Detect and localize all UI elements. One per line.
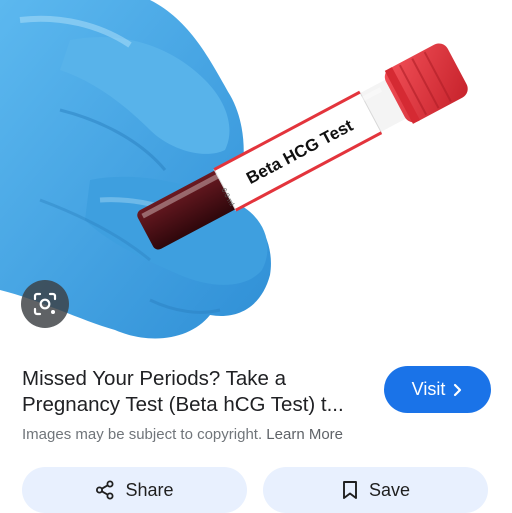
share-label: Share	[125, 479, 174, 500]
chevron-right-icon	[453, 383, 463, 397]
gloved-hand-holding-blood-tube-image: Beta HCG Test 6.0 ml	[0, 0, 468, 339]
copyright-text: Images may be subject to copyright.	[22, 426, 263, 443]
lens-search-icon	[32, 291, 58, 317]
learn-more-link[interactable]: Learn More	[266, 426, 343, 443]
lens-search-button[interactable]	[21, 280, 69, 328]
bookmark-icon	[341, 480, 359, 500]
result-image[interactable]: Beta HCG Test 6.0 ml	[0, 0, 512, 350]
share-button[interactable]: Share	[22, 467, 247, 513]
save-label: Save	[368, 479, 411, 500]
result-title-link[interactable]: Missed Your Periods? Take a Pregnancy Te…	[22, 366, 372, 418]
visit-button-label: Visit	[411, 379, 446, 399]
save-button[interactable]: Save	[263, 467, 488, 513]
share-icon	[95, 480, 115, 500]
copyright-notice: Images may be subject to copyright. Lear…	[22, 425, 343, 445]
visit-button[interactable]: Visit	[384, 366, 491, 413]
